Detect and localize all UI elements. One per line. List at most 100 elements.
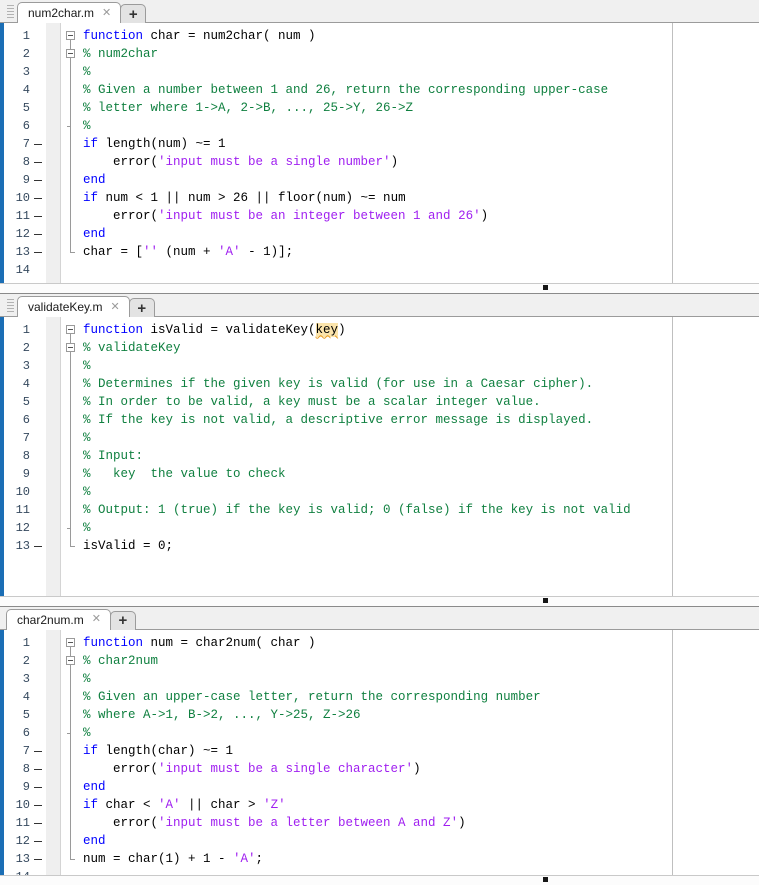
code-line[interactable]: % Given a number between 1 and 26, retur… <box>83 81 608 99</box>
fold-gutter <box>46 629 61 875</box>
file-tab[interactable]: validateKey.m ✕ <box>17 296 130 318</box>
code-line[interactable]: % If the key is not valid, a descriptive… <box>83 411 593 429</box>
executable-line-marker-column[interactable] <box>32 23 46 284</box>
code-token-cm: % <box>83 725 91 740</box>
file-tab[interactable]: char2num.m ✕ <box>6 608 111 630</box>
code-line[interactable]: % <box>83 483 91 501</box>
code-line[interactable]: % In order to be valid, a key must be a … <box>83 393 541 411</box>
code-line[interactable]: error('input must be a single number') <box>83 153 398 171</box>
code-line[interactable]: if num < 1 || num > 26 || floor(num) ~= … <box>83 189 406 207</box>
code-line[interactable]: % key the value to check <box>83 465 286 483</box>
executable-line-dash[interactable] <box>34 144 42 145</box>
executable-line-dash[interactable] <box>34 768 42 770</box>
executable-line-dash[interactable] <box>34 786 42 788</box>
code-line[interactable]: % validateKey <box>83 339 181 357</box>
executable-line-dash[interactable] <box>34 858 42 860</box>
new-tab-button[interactable]: + <box>120 4 147 23</box>
code-line[interactable]: % num2char <box>83 45 158 63</box>
code-line[interactable]: end <box>83 778 106 796</box>
executable-line-dash[interactable] <box>34 252 42 253</box>
code-line[interactable]: % Input: <box>83 447 143 465</box>
code-line[interactable]: % char2num <box>83 652 158 670</box>
code-line[interactable]: function num = char2num( char ) <box>83 634 316 652</box>
close-tab-icon[interactable]: ✕ <box>100 7 113 19</box>
code-line[interactable] <box>83 261 91 279</box>
code-line[interactable]: % <box>83 724 91 742</box>
executable-line-dash[interactable] <box>34 804 42 806</box>
panel-split-strip[interactable] <box>0 595 759 606</box>
code-line[interactable]: error('input must be an integer between … <box>83 207 488 225</box>
new-tab-button[interactable]: + <box>109 610 136 630</box>
panel-split-handle[interactable] <box>543 877 548 882</box>
executable-line-dash[interactable] <box>34 546 42 548</box>
code-line[interactable]: error('input must be a single character'… <box>83 760 421 778</box>
code-line[interactable]: % <box>83 519 91 537</box>
code-line[interactable]: % letter where 1->A, 2->B, ..., 25->Y, 2… <box>83 99 413 117</box>
fold-toggle-icon[interactable] <box>66 343 75 353</box>
code-token-kw: if <box>83 137 99 151</box>
fold-toggle-icon[interactable] <box>66 655 75 665</box>
code-line[interactable]: % Determines if the given key is valid (… <box>83 375 593 393</box>
code-text-area[interactable]: function char = num2char( num ) % num2cha… <box>61 23 759 284</box>
code-line[interactable]: if char < 'A' || char > 'Z' <box>83 796 286 814</box>
code-line[interactable]: char = ['' (num + 'A' - 1)]; <box>83 243 293 261</box>
code-line[interactable]: % Given an upper-case letter, return the… <box>83 688 541 706</box>
panel-split-handle[interactable] <box>543 285 548 291</box>
code-line[interactable]: % <box>83 670 91 688</box>
executable-line-dash[interactable] <box>34 198 42 199</box>
code-line[interactable]: % <box>83 357 91 375</box>
close-tab-icon[interactable]: ✕ <box>108 301 121 313</box>
close-tab-icon[interactable]: ✕ <box>90 614 103 625</box>
drag-grip-icon[interactable] <box>3 2 17 22</box>
executable-line-marker-column[interactable] <box>32 317 46 596</box>
code-line[interactable]: if length(char) ~= 1 <box>83 742 233 760</box>
code-line[interactable]: if length(num) ~= 1 <box>83 135 226 153</box>
executable-line-dash[interactable] <box>34 162 42 163</box>
code-line[interactable]: % where A->1, B->2, ..., Y->25, Z->26 <box>83 706 361 724</box>
panel-split-strip[interactable] <box>0 875 759 885</box>
code-text-area[interactable]: function isValid = validateKey(key) % val… <box>61 317 759 596</box>
code-line[interactable] <box>83 868 91 875</box>
code-line[interactable]: end <box>83 225 106 243</box>
code-text-area[interactable]: function num = char2num( char )% char2nu… <box>61 629 759 875</box>
executable-line-dash[interactable] <box>34 822 42 824</box>
code-line[interactable]: num = char(1) + 1 - 'A'; <box>83 850 263 868</box>
fold-toggle-icon[interactable] <box>66 325 75 335</box>
code-line[interactable]: function isValid = validateKey(key) <box>83 321 346 339</box>
code-line[interactable]: % <box>83 117 91 135</box>
tab-bar: validateKey.m ✕ + <box>0 294 759 318</box>
file-tab[interactable]: num2char.m ✕ <box>17 2 122 23</box>
fold-toggle-icon[interactable] <box>66 49 75 58</box>
code-token-st: 'input must be an integer between 1 and … <box>158 209 481 223</box>
panel-split-handle[interactable] <box>543 597 548 603</box>
code-line[interactable]: isValid = 0; <box>83 537 173 555</box>
code-body[interactable]: 1234567891011121314 function num = char2n… <box>0 629 759 875</box>
code-token-cm: % <box>83 65 91 79</box>
code-token-pl: num = char2num( char ) <box>143 635 316 650</box>
executable-line-dash[interactable] <box>34 180 42 181</box>
executable-line-dash[interactable] <box>34 234 42 235</box>
line-number: 3 <box>22 359 30 374</box>
drag-grip-icon[interactable] <box>3 296 17 316</box>
executable-line-dash[interactable] <box>34 216 42 217</box>
code-line[interactable]: % <box>83 63 91 81</box>
code-line[interactable]: error('input must be a letter between A … <box>83 814 466 832</box>
file-tab-label: validateKey.m <box>28 300 103 315</box>
executable-line-marker-column[interactable] <box>32 629 46 875</box>
executable-line-dash[interactable] <box>34 840 42 842</box>
code-line[interactable]: end <box>83 171 106 189</box>
fold-toggle-icon[interactable] <box>66 31 75 40</box>
panel-split-strip[interactable] <box>0 283 759 294</box>
new-tab-button[interactable]: + <box>128 298 155 318</box>
executable-line-dash[interactable] <box>34 750 42 752</box>
code-line[interactable]: % Output: 1 (true) if the key is valid; … <box>83 501 631 519</box>
code-line[interactable]: % <box>83 429 91 447</box>
code-body[interactable]: 1 2 3 4 5 6 7 8 9 10 11 12 13 14 function char = num2c… <box>0 23 759 284</box>
code-body[interactable]: 1 2 3 4 5 6 7 8 9 10 11 12 13 function isValid = vali… <box>0 317 759 596</box>
code-line[interactable]: end <box>83 832 106 850</box>
code-line[interactable]: function char = num2char( num ) <box>83 27 316 45</box>
code-token-cm: % <box>83 671 91 686</box>
code-token-cm: % <box>83 485 91 500</box>
line-number-gutter: 1234567891011121314 <box>5 629 32 875</box>
fold-toggle-icon[interactable] <box>66 637 75 647</box>
